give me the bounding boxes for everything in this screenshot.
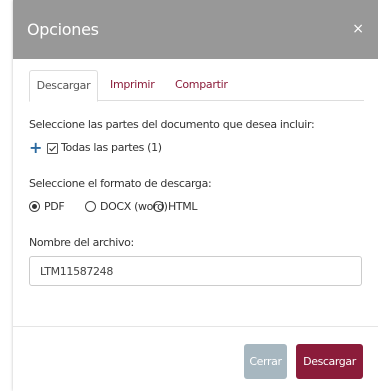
tab-descargar[interactable]: Descargar (29, 70, 98, 102)
tab-compartir[interactable]: Compartir (175, 70, 228, 100)
filename-label: Nombre del archivo: (29, 236, 134, 249)
dialog-header: Opciones × (13, 0, 378, 59)
tab-imprimir[interactable]: Imprimir (110, 70, 155, 100)
radio-html[interactable] (153, 201, 164, 212)
parts-instruction: Seleccione las partes del documento que … (29, 118, 315, 131)
check-icon (49, 145, 57, 152)
format-instruction: Seleccione el formato de descarga: (29, 177, 212, 190)
all-parts-checkbox[interactable] (47, 143, 58, 154)
tab-bar: Descargar Imprimir Compartir (29, 70, 364, 102)
filename-input[interactable] (29, 256, 362, 286)
all-parts-label: Todas las partes (1) (61, 141, 162, 154)
radio-pdf[interactable] (29, 201, 40, 212)
close-icon[interactable]: × (352, 21, 364, 37)
plus-icon[interactable]: + (29, 140, 42, 156)
radio-pdf-label: PDF (44, 200, 65, 213)
background-strip (0, 0, 13, 391)
close-button[interactable]: Cerrar (244, 344, 287, 379)
radio-html-label: HTML (168, 200, 198, 213)
footer-divider (13, 326, 378, 327)
dialog-title: Opciones (27, 20, 99, 39)
options-dialog: Opciones × Descargar Imprimir Compartir … (13, 0, 378, 391)
download-button[interactable]: Descargar (296, 344, 363, 379)
radio-docx[interactable] (85, 201, 96, 212)
